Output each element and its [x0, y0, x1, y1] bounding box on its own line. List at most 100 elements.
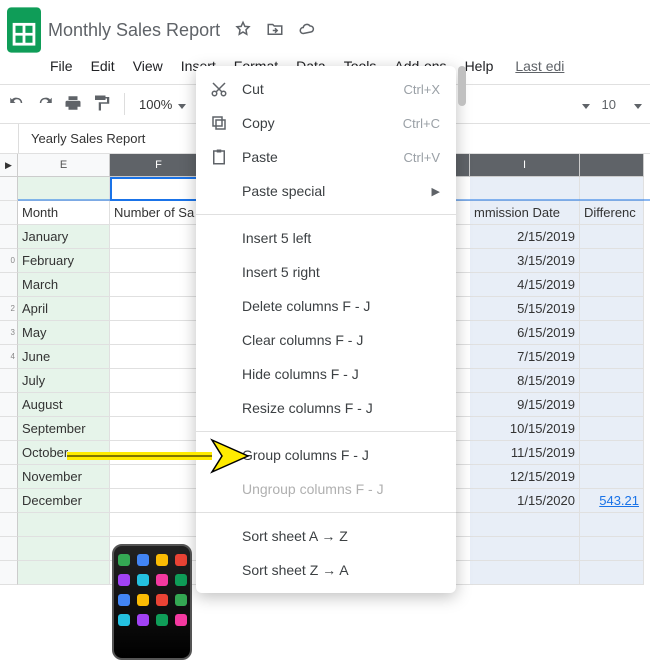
cell[interactable]	[110, 513, 208, 537]
ctx-group-cols[interactable]: Group columns F - J	[196, 438, 456, 472]
col-header-i[interactable]: I	[470, 154, 580, 177]
row-number[interactable]	[0, 465, 18, 489]
sheets-logo[interactable]	[6, 6, 42, 54]
cell[interactable]	[470, 561, 580, 585]
cell[interactable]: December	[18, 489, 110, 513]
cell[interactable]	[580, 417, 644, 441]
cell[interactable]: 5/15/2019	[470, 297, 580, 321]
cell[interactable]	[580, 441, 644, 465]
paint-format-icon[interactable]	[92, 94, 110, 115]
ctx-insert-left[interactable]: Insert 5 left	[196, 221, 456, 255]
cell[interactable]: 1/15/2020	[470, 489, 580, 513]
cell[interactable]: April	[18, 297, 110, 321]
cell[interactable]	[110, 465, 208, 489]
cell[interactable]: 10/15/2019	[470, 417, 580, 441]
cell[interactable]	[110, 297, 208, 321]
cell[interactable]: January	[18, 225, 110, 249]
menu-help[interactable]: Help	[465, 58, 494, 74]
doc-title[interactable]: Monthly Sales Report	[42, 18, 226, 43]
toolbar-dropdown-1[interactable]	[576, 97, 590, 112]
cell[interactable]	[18, 561, 110, 585]
menu-scrollbar[interactable]	[458, 66, 466, 106]
font-size-select[interactable]: 10	[602, 97, 616, 112]
cell[interactable]	[110, 417, 208, 441]
cell[interactable]	[580, 345, 644, 369]
cell[interactable]: 2/15/2019	[470, 225, 580, 249]
cell[interactable]: 9/15/2019	[470, 393, 580, 417]
cell[interactable]: mmission Date	[470, 201, 580, 225]
cell[interactable]	[110, 321, 208, 345]
cell[interactable]: February	[18, 249, 110, 273]
menu-edit[interactable]: Edit	[91, 58, 115, 74]
ctx-paste-special[interactable]: Paste special▶	[196, 174, 456, 208]
menu-file[interactable]: File	[50, 58, 73, 74]
cell[interactable]	[110, 345, 208, 369]
cell[interactable]	[580, 249, 644, 273]
cell[interactable]: May	[18, 321, 110, 345]
row-number[interactable]	[0, 489, 18, 513]
cell[interactable]: 8/15/2019	[470, 369, 580, 393]
cell[interactable]: November	[18, 465, 110, 489]
ctx-copy[interactable]: CopyCtrl+C	[196, 106, 456, 140]
ctx-cut[interactable]: CutCtrl+X	[196, 72, 456, 106]
row-number[interactable]	[0, 417, 18, 441]
cell[interactable]	[470, 177, 580, 201]
cell[interactable]	[580, 513, 644, 537]
ctx-sort-az[interactable]: Sort sheet A → Z	[196, 519, 456, 553]
cell[interactable]	[110, 225, 208, 249]
row-number[interactable]	[0, 177, 18, 201]
cell[interactable]	[18, 537, 110, 561]
cell[interactable]: July	[18, 369, 110, 393]
cell[interactable]	[580, 177, 644, 201]
cell[interactable]	[580, 321, 644, 345]
sheet-tab[interactable]: Yearly Sales Report	[19, 131, 157, 146]
cell[interactable]	[110, 177, 208, 201]
ctx-hide-cols[interactable]: Hide columns F - J	[196, 357, 456, 391]
row-number[interactable]	[0, 225, 18, 249]
ctx-sort-za[interactable]: Sort sheet Z → A	[196, 553, 456, 587]
row-number[interactable]	[0, 561, 18, 585]
star-icon[interactable]	[234, 20, 252, 41]
cell[interactable]	[580, 537, 644, 561]
cell[interactable]	[580, 465, 644, 489]
cell[interactable]: Differenc	[580, 201, 644, 225]
cell[interactable]: 11/15/2019	[470, 441, 580, 465]
cell[interactable]: October	[18, 441, 110, 465]
cell[interactable]: August	[18, 393, 110, 417]
cloud-icon[interactable]	[298, 20, 316, 41]
cell[interactable]: 543.21	[580, 489, 644, 513]
row-number[interactable]	[0, 201, 18, 225]
row-number[interactable]	[0, 537, 18, 561]
row-number[interactable]	[0, 393, 18, 417]
print-icon[interactable]	[64, 94, 82, 115]
cell[interactable]	[110, 489, 208, 513]
row-number[interactable]	[0, 273, 18, 297]
cell[interactable]	[470, 513, 580, 537]
cell[interactable]	[110, 273, 208, 297]
toolbar-dropdown-2[interactable]	[628, 97, 642, 112]
last-edit-link[interactable]: Last edi	[515, 58, 564, 74]
cell[interactable]: 3/15/2019	[470, 249, 580, 273]
cell[interactable]: 12/15/2019	[470, 465, 580, 489]
cell[interactable]	[18, 513, 110, 537]
undo-icon[interactable]	[8, 94, 26, 115]
row-number[interactable]: 3	[0, 321, 18, 345]
cell[interactable]: Number of Sa	[110, 201, 208, 225]
cell[interactable]	[580, 297, 644, 321]
cell[interactable]	[580, 273, 644, 297]
cell[interactable]	[110, 393, 208, 417]
cell[interactable]	[580, 225, 644, 249]
cell[interactable]: Month	[18, 201, 110, 225]
ctx-resize-cols[interactable]: Resize columns F - J	[196, 391, 456, 425]
cell[interactable]: March	[18, 273, 110, 297]
col-header-f[interactable]: F	[110, 154, 208, 177]
cell[interactable]: 4/15/2019	[470, 273, 580, 297]
cell[interactable]	[110, 369, 208, 393]
menu-view[interactable]: View	[133, 58, 163, 74]
cell[interactable]: 7/15/2019	[470, 345, 580, 369]
cell[interactable]	[110, 441, 208, 465]
cell[interactable]: September	[18, 417, 110, 441]
col-header-j[interactable]	[580, 154, 644, 177]
cell[interactable]: 6/15/2019	[470, 321, 580, 345]
cell[interactable]	[18, 177, 110, 201]
